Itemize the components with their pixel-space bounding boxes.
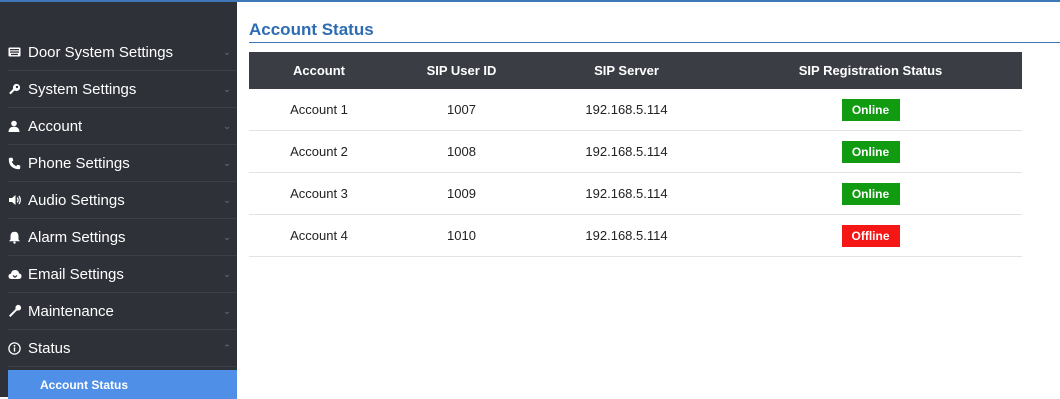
user-icon bbox=[8, 120, 28, 132]
column-header-sip-server: SIP Server bbox=[534, 52, 719, 89]
sidebar-item-label: Alarm Settings bbox=[28, 228, 126, 246]
status-cell: Online bbox=[719, 172, 1022, 215]
status-badge: Online bbox=[841, 182, 900, 205]
sidebar-item-label: Door System Settings bbox=[28, 43, 174, 61]
sip-server-cell: 192.168.5.114 bbox=[534, 214, 719, 257]
chevron-up-icon: ⌃ bbox=[223, 342, 231, 353]
main-content: Account Status Account SIP User ID SIP S… bbox=[237, 2, 1060, 397]
column-header-sip-user-id: SIP User ID bbox=[389, 52, 534, 89]
column-header-sip-registration-status: SIP Registration Status bbox=[719, 52, 1022, 89]
wrench-icon bbox=[8, 304, 28, 318]
column-header-account: Account bbox=[249, 52, 389, 89]
sidebar-item-status[interactable]: Status ⌃ bbox=[8, 330, 237, 367]
sidebar-subitem-account-status[interactable]: Account Status bbox=[8, 370, 237, 399]
sidebar-item-alarm-settings[interactable]: Alarm Settings ⌄ bbox=[8, 219, 237, 256]
sip-server-cell: 192.168.5.114 bbox=[534, 172, 719, 215]
sidebar-item-label: Audio Settings bbox=[28, 191, 125, 209]
chevron-down-icon: ⌄ bbox=[223, 83, 231, 94]
chevron-down-icon: ⌄ bbox=[223, 157, 231, 168]
table-row: Account 4 1010 192.168.5.114 Offline bbox=[249, 214, 1022, 257]
sidebar-item-label: System Settings bbox=[28, 80, 137, 98]
sip-server-cell: 192.168.5.114 bbox=[534, 89, 719, 131]
sidebar-item-phone-settings[interactable]: Phone Settings ⌄ bbox=[8, 145, 237, 182]
account-cell: Account 2 bbox=[249, 130, 389, 173]
status-cell: Online bbox=[719, 130, 1022, 173]
sip-user-id-cell: 1009 bbox=[389, 172, 534, 215]
account-cell: Account 4 bbox=[249, 214, 389, 257]
sidebar: Door System Settings ⌄ System Settings ⌄… bbox=[0, 2, 237, 399]
speaker-icon bbox=[8, 194, 28, 206]
cloud-icon bbox=[8, 269, 28, 280]
sidebar-item-email-settings[interactable]: Email Settings ⌄ bbox=[8, 256, 237, 293]
sip-user-id-cell: 1007 bbox=[389, 89, 534, 131]
chevron-down-icon: ⌄ bbox=[223, 305, 231, 316]
account-cell: Account 3 bbox=[249, 172, 389, 215]
keyboard-icon bbox=[8, 47, 28, 57]
sidebar-item-label: Status bbox=[28, 339, 71, 357]
table-row: Account 1 1007 192.168.5.114 Online bbox=[249, 89, 1022, 131]
status-cell: Offline bbox=[719, 214, 1022, 257]
table-row: Account 3 1009 192.168.5.114 Online bbox=[249, 172, 1022, 215]
sip-server-cell: 192.168.5.114 bbox=[534, 130, 719, 173]
sip-user-id-cell: 1008 bbox=[389, 130, 534, 173]
page-title: Account Status bbox=[249, 20, 374, 39]
chevron-down-icon: ⌄ bbox=[223, 194, 231, 205]
sip-user-id-cell: 1010 bbox=[389, 214, 534, 257]
sidebar-item-system-settings[interactable]: System Settings ⌄ bbox=[8, 71, 237, 108]
chevron-down-icon: ⌄ bbox=[223, 268, 231, 279]
status-badge: Online bbox=[841, 140, 900, 163]
info-icon bbox=[8, 341, 28, 355]
account-cell: Account 1 bbox=[249, 89, 389, 131]
key-icon bbox=[8, 83, 28, 96]
sidebar-item-account[interactable]: Account ⌄ bbox=[8, 108, 237, 145]
phone-icon bbox=[8, 157, 28, 170]
status-badge: Offline bbox=[841, 224, 900, 247]
sidebar-item-door-system-settings[interactable]: Door System Settings ⌄ bbox=[8, 34, 237, 71]
table-header-row: Account SIP User ID SIP Server SIP Regis… bbox=[249, 52, 1022, 89]
table-row: Account 2 1008 192.168.5.114 Online bbox=[249, 130, 1022, 173]
bell-icon bbox=[8, 231, 28, 244]
sidebar-item-label: Phone Settings bbox=[28, 154, 130, 172]
sidebar-subitem-label: Account Status bbox=[40, 377, 129, 392]
title-divider bbox=[249, 42, 1060, 43]
sidebar-item-audio-settings[interactable]: Audio Settings ⌄ bbox=[8, 182, 237, 219]
chevron-down-icon: ⌄ bbox=[223, 46, 231, 57]
sidebar-item-maintenance[interactable]: Maintenance ⌄ bbox=[8, 293, 237, 330]
sidebar-item-label: Email Settings bbox=[28, 265, 124, 283]
chevron-down-icon: ⌄ bbox=[223, 120, 231, 131]
status-cell: Online bbox=[719, 89, 1022, 131]
account-status-table: Account SIP User ID SIP Server SIP Regis… bbox=[249, 52, 1022, 257]
chevron-down-icon: ⌄ bbox=[223, 231, 231, 242]
status-badge: Online bbox=[841, 98, 900, 121]
sidebar-item-label: Account bbox=[28, 117, 83, 135]
sidebar-item-label: Maintenance bbox=[28, 302, 114, 320]
